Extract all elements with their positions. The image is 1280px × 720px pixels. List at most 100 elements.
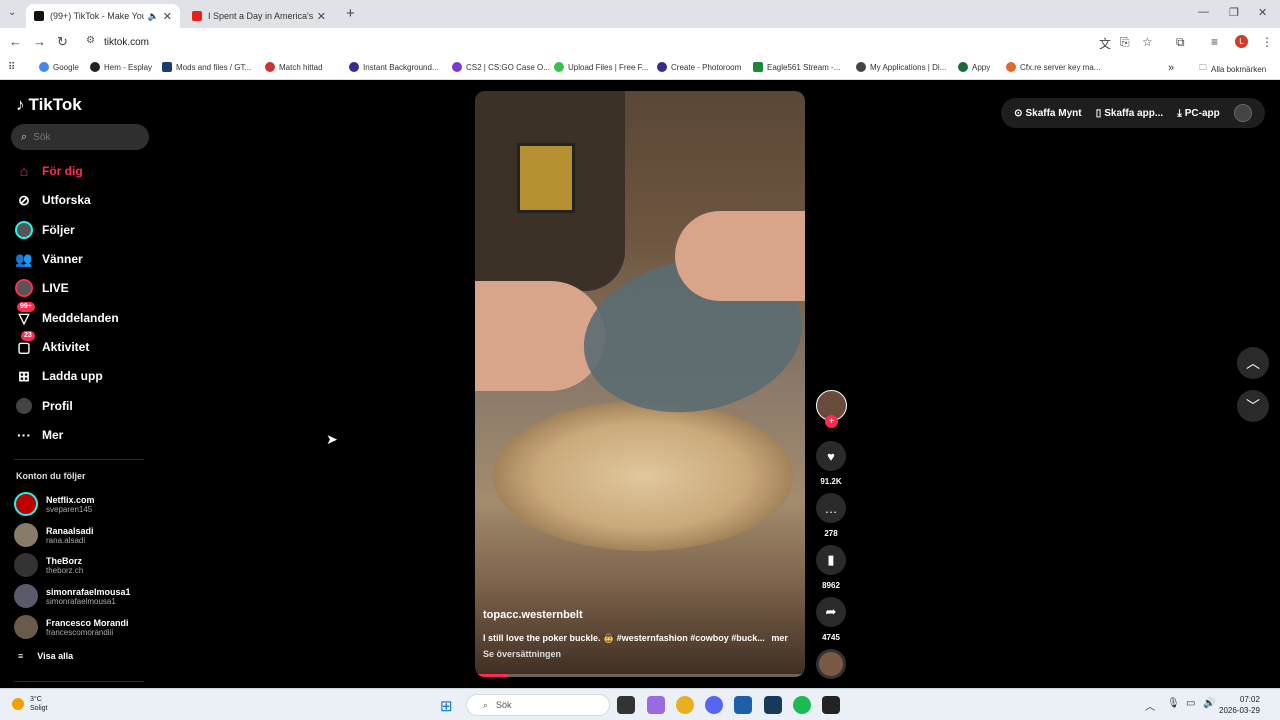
- address-bar[interactable]: ⚙ tiktok.com: [82, 32, 1162, 52]
- bookmark-item[interactable]: CS2 | CS:GO Case O...: [452, 62, 550, 72]
- search-box[interactable]: ⌕: [11, 124, 149, 150]
- account-item[interactable]: Francesco Morandi francescomorandiii: [14, 615, 129, 639]
- apps-grid-icon[interactable]: ⠿: [8, 62, 15, 73]
- nav-upload[interactable]: ⊞ Ladda upp: [14, 364, 103, 388]
- share-icon[interactable]: ➦: [816, 597, 846, 627]
- forward-icon[interactable]: →: [33, 34, 46, 49]
- get-app-button[interactable]: ▯ Skaffa app...: [1096, 108, 1163, 119]
- discord-icon[interactable]: [705, 696, 723, 714]
- bookmark-item[interactable]: Hem - Esplay: [90, 62, 152, 72]
- menu-icon[interactable]: ⋮: [1261, 35, 1273, 49]
- heart-icon[interactable]: ♥: [816, 441, 846, 471]
- profile-avatar[interactable]: L: [1235, 35, 1248, 48]
- mouse-cursor-icon: ➤: [326, 431, 338, 447]
- get-coins-button[interactable]: ⊙ Skaffa Mynt: [1014, 108, 1082, 119]
- search-input[interactable]: [33, 131, 134, 143]
- speaker-icon[interactable]: 🔈: [148, 11, 159, 22]
- tab-title: I Spent a Day in America's Most...: [208, 11, 313, 21]
- bookmark-label: Google: [53, 62, 79, 72]
- save-action[interactable]: ▮ 8962: [815, 545, 847, 590]
- reload-icon[interactable]: ↻: [57, 34, 68, 50]
- nav-for-you[interactable]: ⌂ För dig: [14, 159, 83, 183]
- minimize-icon[interactable]: —: [1198, 6, 1209, 18]
- account-item[interactable]: Netflix.com sveparen145: [14, 492, 95, 516]
- install-app-icon[interactable]: ⎘: [1120, 35, 1130, 50]
- bookmark-item[interactable]: Instant Background...: [349, 62, 439, 72]
- new-tab-button[interactable]: +: [346, 5, 355, 22]
- copilot-icon[interactable]: [647, 696, 665, 714]
- nav-live[interactable]: LIVE: [14, 276, 69, 300]
- comment-action[interactable]: … 278: [815, 493, 847, 538]
- bookmark-star-icon[interactable]: ☆: [1142, 35, 1153, 49]
- see-all-button[interactable]: ≡ Visa alla: [18, 651, 73, 661]
- store-icon[interactable]: [734, 696, 752, 714]
- chrome-icon[interactable]: [676, 696, 694, 714]
- like-action[interactable]: ♥ 91.2K: [815, 441, 847, 486]
- user-avatar[interactable]: [1233, 104, 1252, 122]
- windows-start-icon[interactable]: ⊞: [440, 697, 453, 715]
- close-tab-icon[interactable]: ✕: [317, 10, 326, 23]
- bookmark-label: Hem - Esplay: [104, 62, 153, 72]
- site-info-icon[interactable]: ⚙: [86, 35, 95, 46]
- see-translation-button[interactable]: Se översättningen: [483, 649, 797, 659]
- all-bookmarks[interactable]: 🗀 Alla bokmärken: [1199, 62, 1266, 76]
- nav-more[interactable]: ··· Mer: [14, 423, 63, 447]
- microphone-icon[interactable]: 🎙: [1167, 698, 1180, 709]
- more-button[interactable]: mer: [771, 633, 788, 643]
- taskbar-search[interactable]: ⌕ Sök: [466, 694, 610, 716]
- next-video-button[interactable]: ﹀: [1237, 390, 1269, 422]
- tray-chevron-icon[interactable]: ︿: [1145, 698, 1155, 713]
- comment-icon[interactable]: …: [816, 493, 846, 523]
- account-item[interactable]: TheBorz theborz.ch: [14, 553, 83, 577]
- spotify-icon[interactable]: [793, 696, 811, 714]
- share-action[interactable]: ➦ 4745: [815, 597, 847, 642]
- pc-app-button[interactable]: ⤓ PC-app: [1177, 108, 1219, 119]
- system-clock[interactable]: 07:02 2026-03-29: [1219, 694, 1260, 716]
- bookmark-item[interactable]: Match hittad: [265, 62, 323, 72]
- nav-profile[interactable]: Profil: [14, 394, 73, 418]
- bookmark-item[interactable]: Google: [39, 62, 79, 72]
- csgo-case-icon: [452, 62, 462, 72]
- network-icon[interactable]: ▭: [1186, 698, 1195, 709]
- bookmark-item[interactable]: Upload Files | Free F...: [554, 62, 648, 72]
- extensions-icon[interactable]: ⧉: [1176, 35, 1185, 50]
- nav-following[interactable]: Följer: [14, 218, 75, 242]
- reading-list-icon[interactable]: ≡: [1211, 35, 1218, 49]
- home-icon: ⌂: [19, 163, 29, 179]
- nav-friends[interactable]: 👥 Vänner: [14, 247, 82, 271]
- close-window-icon[interactable]: ✕: [1258, 6, 1267, 19]
- bookmark-item[interactable]: Cfx.re server key ma...: [1006, 62, 1100, 72]
- bookmark-item[interactable]: Mods and files / GT...: [162, 62, 251, 72]
- weather-widget[interactable]: 3°C Soligt: [12, 695, 48, 713]
- more-bookmarks-icon[interactable]: »: [1168, 62, 1174, 74]
- steam-icon[interactable]: [764, 696, 782, 714]
- account-item[interactable]: Ranaalsadi rana.alsadi: [14, 523, 94, 547]
- bookmark-item[interactable]: Eagle561 Stream -...: [753, 62, 840, 72]
- tab-search-icon[interactable]: ⌄: [8, 7, 16, 18]
- back-icon[interactable]: ←: [9, 34, 22, 49]
- video-player[interactable]: topacc.westernbelt I still love the poke…: [475, 91, 805, 677]
- bookmark-item[interactable]: Create - Photoroom: [657, 62, 741, 72]
- restore-icon[interactable]: ❐: [1229, 6, 1239, 19]
- close-tab-icon[interactable]: ✕: [163, 10, 172, 23]
- follow-button[interactable]: +: [825, 415, 838, 428]
- tab-youtube[interactable]: I Spent a Day in America's Most... ✕: [184, 4, 334, 28]
- nav-activity[interactable]: ▢ 23 Aktivitet: [14, 331, 89, 359]
- tiktok-logo[interactable]: ♪ TikTok: [16, 95, 82, 115]
- app-icon[interactable]: [822, 696, 840, 714]
- video-progress-bar[interactable]: [475, 674, 805, 677]
- translate-icon[interactable]: 文: [1099, 35, 1111, 52]
- bookmark-icon[interactable]: ▮: [816, 545, 846, 575]
- tab-tiktok[interactable]: (99+) TikTok - Make Your Day 🔈 ✕: [26, 4, 180, 28]
- video-username[interactable]: topacc.westernbelt: [483, 609, 797, 621]
- bookmark-item[interactable]: My Applications | Di...: [856, 62, 946, 72]
- music-disc-icon[interactable]: [816, 649, 846, 679]
- share-count: 4745: [822, 633, 840, 642]
- account-item[interactable]: simonrafaelmousa1 simonrafaelmousa1: [14, 584, 131, 608]
- bookmark-item[interactable]: Appy: [958, 62, 990, 72]
- nav-messages[interactable]: ▽ 99+ Meddelanden: [14, 302, 119, 330]
- volume-icon[interactable]: 🔊: [1203, 698, 1215, 709]
- file-explorer-icon[interactable]: [617, 696, 635, 714]
- nav-explore[interactable]: ⊘ Utforska: [14, 188, 91, 212]
- previous-video-button[interactable]: ︿: [1237, 347, 1269, 379]
